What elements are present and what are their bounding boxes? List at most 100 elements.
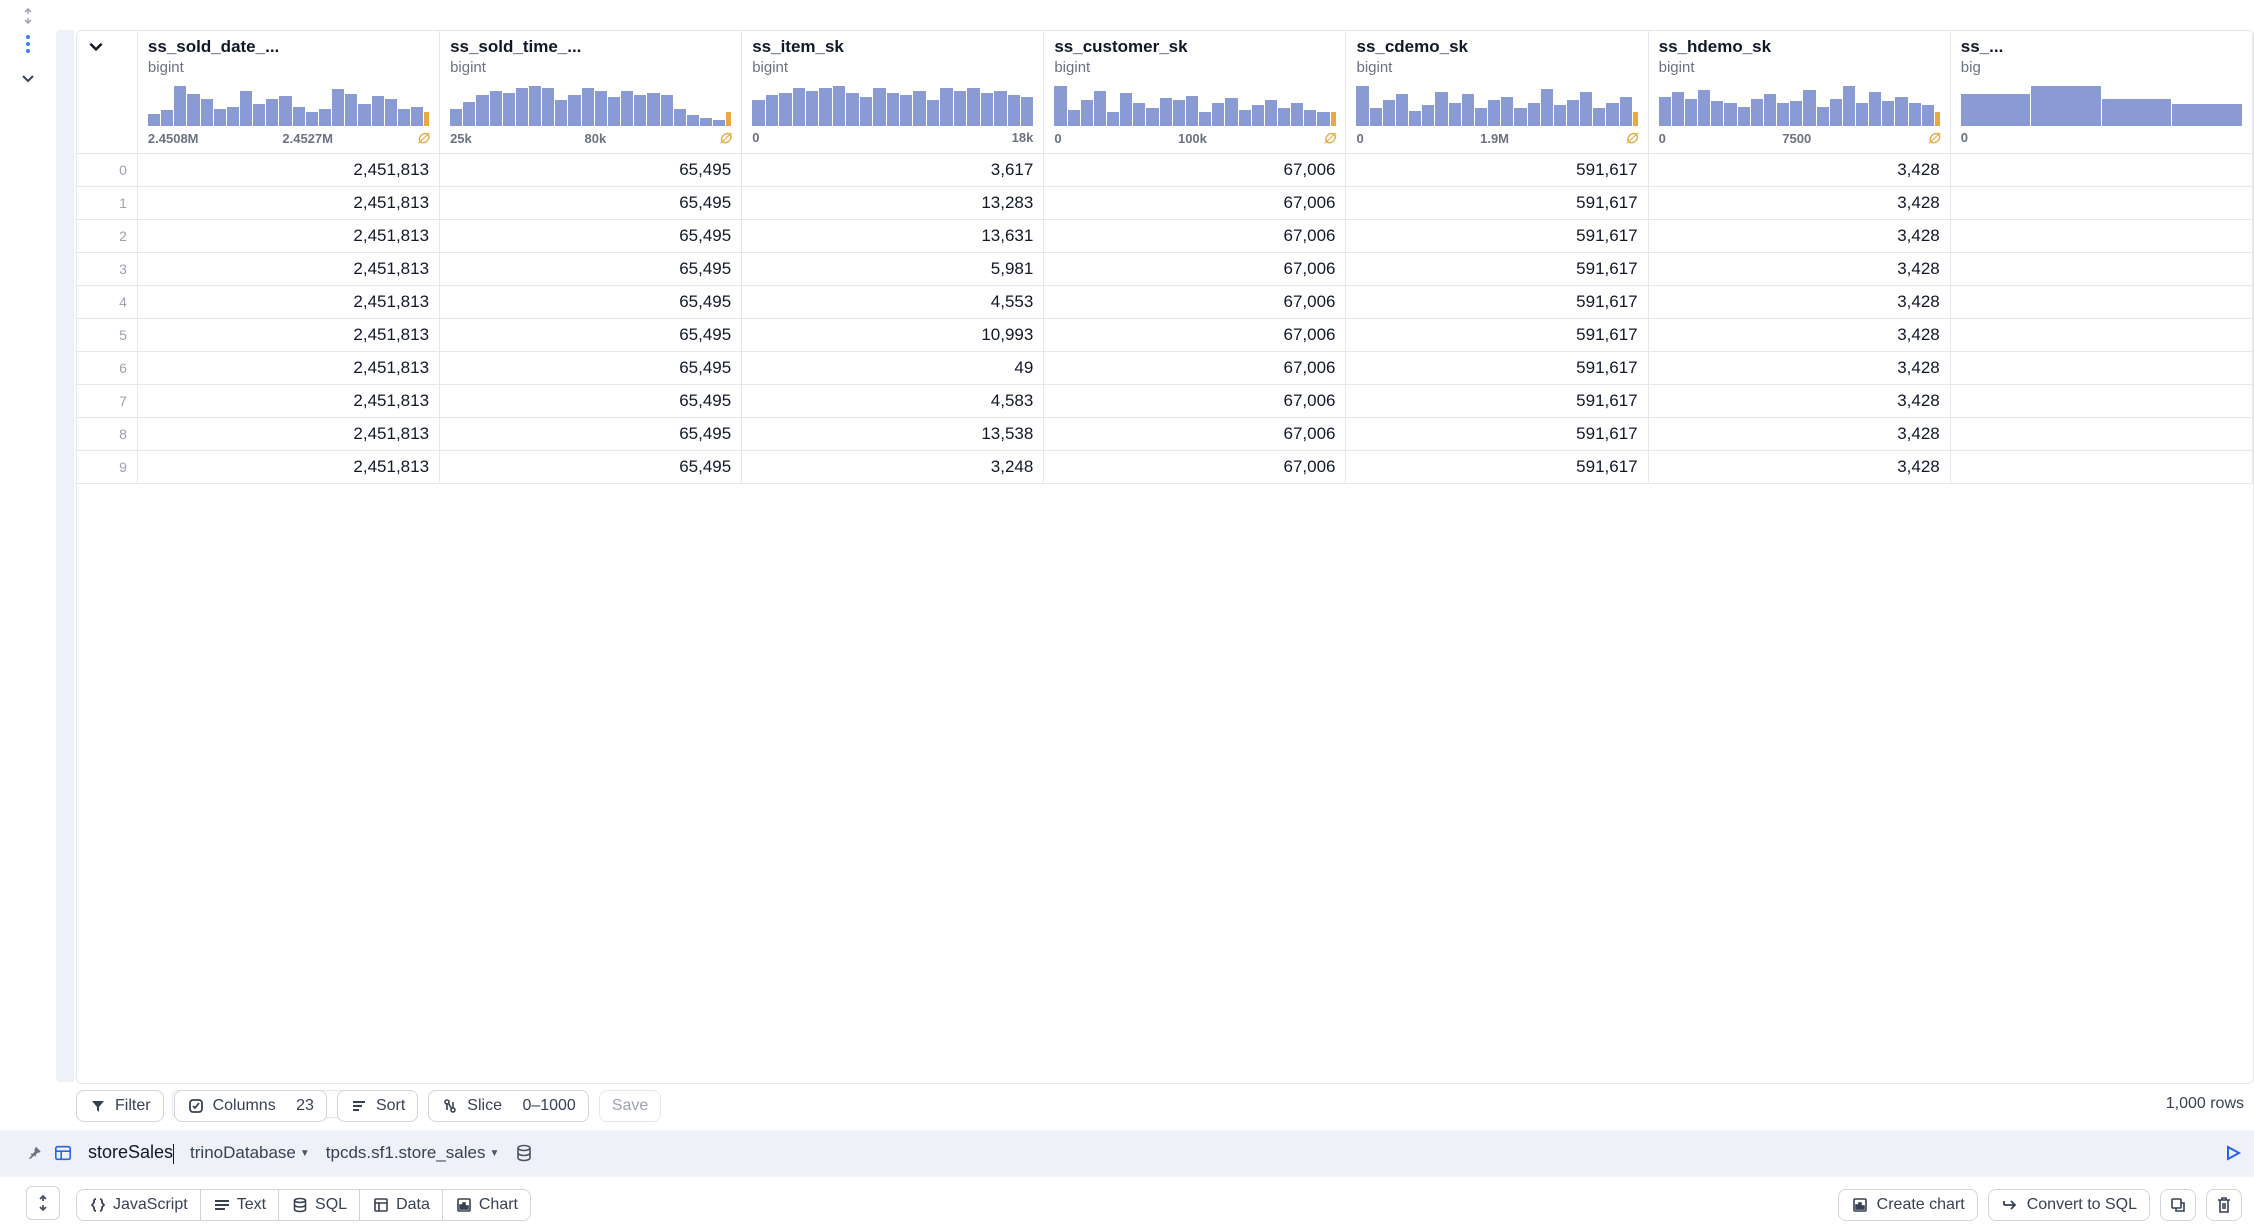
cell[interactable]: 591,617: [1346, 352, 1648, 385]
cell[interactable]: 3,428: [1648, 319, 1950, 352]
cell[interactable]: [1950, 451, 2252, 484]
cell[interactable]: 3,428: [1648, 154, 1950, 187]
cell[interactable]: 591,617: [1346, 220, 1648, 253]
cell[interactable]: 65,495: [440, 253, 742, 286]
seg-chart[interactable]: Chart: [443, 1190, 530, 1220]
cell[interactable]: 13,538: [742, 418, 1044, 451]
table-row[interactable]: 32,451,81365,4955,98167,006591,6173,428: [77, 253, 2253, 286]
cell[interactable]: 65,495: [440, 220, 742, 253]
cell[interactable]: [1950, 352, 2252, 385]
cell[interactable]: 67,006: [1044, 418, 1346, 451]
cell[interactable]: [1950, 286, 2252, 319]
column-header[interactable]: ss_... big 0: [1950, 31, 2252, 154]
chevron-down-icon[interactable]: [16, 66, 40, 90]
table-row[interactable]: 62,451,81365,4954967,006591,6173,428: [77, 352, 2253, 385]
histogram[interactable]: [1659, 86, 1940, 126]
cell[interactable]: 3,428: [1648, 220, 1950, 253]
cell[interactable]: 13,631: [742, 220, 1044, 253]
histogram[interactable]: [1054, 86, 1335, 126]
column-header[interactable]: ss_item_sk bigint 0 18k: [742, 31, 1044, 154]
cell[interactable]: 4,553: [742, 286, 1044, 319]
cell[interactable]: 3,617: [742, 154, 1044, 187]
cell[interactable]: 2,451,813: [137, 220, 439, 253]
table-row[interactable]: 22,451,81365,49513,63167,006591,6173,428: [77, 220, 2253, 253]
table-row[interactable]: 72,451,81365,4954,58367,006591,6173,428: [77, 385, 2253, 418]
seg-sql[interactable]: SQL: [279, 1190, 360, 1220]
cell[interactable]: 65,495: [440, 187, 742, 220]
cell[interactable]: [1950, 253, 2252, 286]
cell[interactable]: 591,617: [1346, 187, 1648, 220]
cell[interactable]: 4,583: [742, 385, 1044, 418]
create-chart-button[interactable]: Create chart: [1838, 1189, 1978, 1221]
cell[interactable]: 3,428: [1648, 253, 1950, 286]
cell[interactable]: 65,495: [440, 385, 742, 418]
table-row[interactable]: 52,451,81365,49510,99367,006591,6173,428: [77, 319, 2253, 352]
column-header[interactable]: ss_cdemo_sk bigint 0 1.9M ∅: [1346, 31, 1648, 154]
expand-all-toggle[interactable]: [77, 31, 137, 154]
cell[interactable]: 2,451,813: [137, 286, 439, 319]
cell[interactable]: [1950, 154, 2252, 187]
seg-data[interactable]: Data: [360, 1190, 443, 1220]
table-row[interactable]: 82,451,81365,49513,53867,006591,6173,428: [77, 418, 2253, 451]
delete-button[interactable]: [2206, 1189, 2242, 1221]
cell[interactable]: 65,495: [440, 286, 742, 319]
cell[interactable]: 3,428: [1648, 385, 1950, 418]
cell[interactable]: 5,981: [742, 253, 1044, 286]
cell[interactable]: 2,451,813: [137, 352, 439, 385]
cell[interactable]: 591,617: [1346, 253, 1648, 286]
cell[interactable]: 2,451,813: [137, 319, 439, 352]
cell[interactable]: 591,617: [1346, 451, 1648, 484]
cell[interactable]: 2,451,813: [137, 418, 439, 451]
database-icon[interactable]: [515, 1144, 533, 1162]
expand-collapse-toggle[interactable]: [26, 1186, 60, 1220]
histogram[interactable]: [450, 86, 731, 126]
cell[interactable]: 3,428: [1648, 451, 1950, 484]
cell[interactable]: 65,495: [440, 154, 742, 187]
table-row[interactable]: 12,451,81365,49513,28367,006591,6173,428: [77, 187, 2253, 220]
cell[interactable]: 2,451,813: [137, 187, 439, 220]
database-dropdown[interactable]: trinoDatabase▼: [190, 1143, 310, 1163]
collapse-arrows-icon[interactable]: [16, 4, 40, 28]
slice-button[interactable]: Slice 0–1000: [428, 1090, 589, 1122]
cell[interactable]: [1950, 187, 2252, 220]
cell[interactable]: [1950, 319, 2252, 352]
column-header[interactable]: ss_sold_date_... bigint 2.4508M 2.4527M …: [137, 31, 439, 154]
cell[interactable]: 67,006: [1044, 154, 1346, 187]
cell[interactable]: 591,617: [1346, 286, 1648, 319]
column-header[interactable]: ss_customer_sk bigint 0 100k ∅: [1044, 31, 1346, 154]
cell[interactable]: 591,617: [1346, 154, 1648, 187]
cell[interactable]: 67,006: [1044, 451, 1346, 484]
cell[interactable]: 67,006: [1044, 187, 1346, 220]
table-row[interactable]: 42,451,81365,4954,55367,006591,6173,428: [77, 286, 2253, 319]
histogram[interactable]: [752, 86, 1033, 126]
cell[interactable]: 67,006: [1044, 220, 1346, 253]
cell[interactable]: 67,006: [1044, 385, 1346, 418]
table-row[interactable]: 02,451,81365,4953,61767,006591,6173,428: [77, 154, 2253, 187]
seg-javascript[interactable]: JavaScript: [77, 1190, 201, 1220]
sort-button[interactable]: Sort: [337, 1090, 418, 1122]
table-path-dropdown[interactable]: tpcds.sf1.store_sales▼: [326, 1143, 500, 1163]
cell[interactable]: 67,006: [1044, 253, 1346, 286]
cell[interactable]: [1950, 220, 2252, 253]
seg-text[interactable]: Text: [201, 1190, 279, 1220]
cell[interactable]: 65,495: [440, 319, 742, 352]
pin-icon[interactable]: [26, 1144, 44, 1162]
more-vertical-icon[interactable]: [16, 32, 40, 56]
cell[interactable]: 13,283: [742, 187, 1044, 220]
cell[interactable]: 2,451,813: [137, 253, 439, 286]
histogram[interactable]: [1961, 86, 2242, 126]
cell[interactable]: 10,993: [742, 319, 1044, 352]
cell[interactable]: 3,428: [1648, 352, 1950, 385]
cell[interactable]: 591,617: [1346, 319, 1648, 352]
column-header[interactable]: ss_sold_time_... bigint 25k 80k ∅: [440, 31, 742, 154]
cell-gutter[interactable]: [56, 30, 74, 1082]
cell[interactable]: 65,495: [440, 451, 742, 484]
cell[interactable]: 67,006: [1044, 352, 1346, 385]
query-name[interactable]: storeSales: [88, 1142, 174, 1163]
columns-button[interactable]: Columns 23: [174, 1090, 327, 1122]
cell[interactable]: 67,006: [1044, 286, 1346, 319]
cell[interactable]: 3,428: [1648, 286, 1950, 319]
convert-to-sql-button[interactable]: Convert to SQL: [1988, 1189, 2150, 1221]
table-row[interactable]: 92,451,81365,4953,24867,006591,6173,428: [77, 451, 2253, 484]
duplicate-button[interactable]: [2160, 1189, 2196, 1221]
